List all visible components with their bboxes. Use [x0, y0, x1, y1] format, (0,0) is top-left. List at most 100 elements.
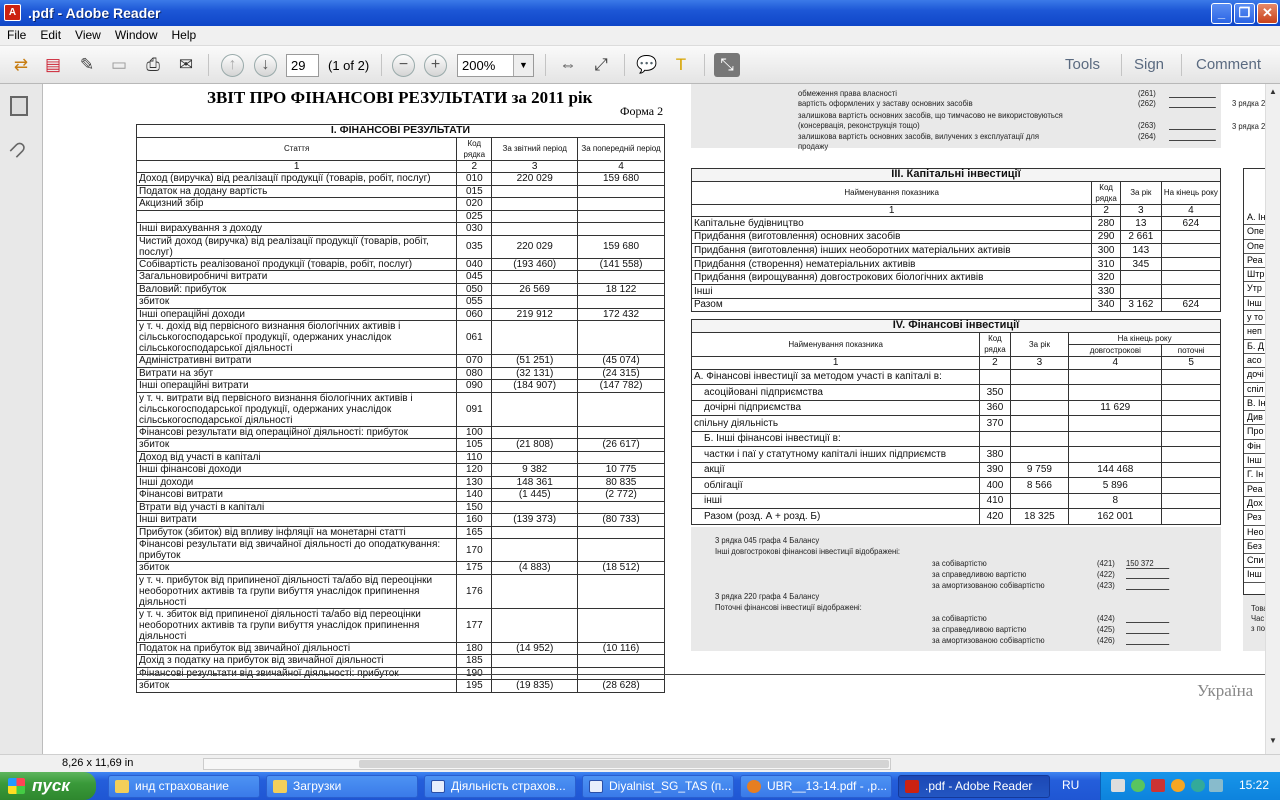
- note-text: 3 рядка 220 графа 4 Балансу: [715, 591, 820, 601]
- task-adobe-reader[interactable]: .pdf - Adobe Reader: [898, 775, 1050, 798]
- cell-code: 091: [456, 391, 493, 427]
- menu-file[interactable]: File: [0, 26, 33, 45]
- update-icon[interactable]: [1171, 779, 1185, 792]
- cell-previous: [577, 222, 665, 236]
- col-number: 2: [979, 356, 1011, 370]
- fit-width-icon[interactable]: ⇔: [555, 53, 581, 77]
- cut-off-cell: асо: [1244, 354, 1265, 369]
- task-word-doc[interactable]: Діяльність страхов...: [424, 775, 576, 798]
- sign-button[interactable]: Sign: [1134, 54, 1164, 76]
- fit-page-icon[interactable]: ⤢: [588, 53, 614, 77]
- menu-edit[interactable]: Edit: [33, 26, 68, 45]
- save-icon[interactable]: ▭: [106, 53, 132, 77]
- cut-off-cell: Опе: [1244, 225, 1265, 240]
- cell-code: 070: [456, 354, 493, 368]
- menu-view[interactable]: View: [68, 26, 108, 45]
- cell-long-term: 162 001: [1068, 508, 1163, 525]
- table-row: інші 410 8: [690, 492, 1221, 509]
- tray-app-icon[interactable]: [1131, 779, 1145, 792]
- note-code: (262): [1138, 98, 1156, 108]
- full-screen-icon[interactable]: ⤡: [714, 53, 740, 77]
- cell-current: [491, 391, 579, 427]
- horizontal-scrollbar[interactable]: [203, 758, 891, 770]
- cell-label: Адміністративні витрати: [135, 354, 458, 368]
- task-firefox[interactable]: UBR__13-14.pdf - ,р...: [740, 775, 892, 798]
- cell-code: 045: [456, 270, 493, 284]
- cut-off-cell: Реа: [1244, 483, 1265, 497]
- cell-code: 177: [456, 607, 493, 643]
- tray-app-icon[interactable]: [1191, 779, 1205, 792]
- language-indicator[interactable]: RU: [1062, 778, 1079, 792]
- table-row: Придбання (створення) нематеріальних акт…: [690, 256, 1222, 272]
- cell-previous: [577, 538, 665, 562]
- start-label: пуск: [32, 776, 70, 795]
- chevron-down-icon[interactable]: ▼: [513, 55, 533, 76]
- cell-label: Придбання (створення) нематеріальних акт…: [690, 256, 1093, 272]
- zoom-out-icon[interactable]: −: [392, 54, 415, 77]
- table-row: Фінансові результати від операційної дія…: [135, 425, 665, 439]
- cell-current: (4 883): [491, 561, 579, 575]
- table-number-row: 1234: [690, 203, 1222, 217]
- network-icon[interactable]: [1111, 779, 1125, 792]
- convert-pdf-icon[interactable]: ▤: [40, 53, 66, 77]
- sticky-note-icon[interactable]: 💬: [634, 53, 660, 77]
- antivirus-icon[interactable]: [1151, 779, 1165, 792]
- cell-year: [1009, 399, 1070, 416]
- task-word-doc-2[interactable]: Diyalnist_SG_TAS (п...: [582, 775, 734, 798]
- highlight-text-icon[interactable]: T: [668, 53, 694, 77]
- close-button[interactable]: ✕: [1257, 3, 1278, 24]
- note-value: 150 372: [1126, 558, 1170, 569]
- attachments-icon[interactable]: ⊃: [3, 133, 34, 164]
- maximize-button[interactable]: ❐: [1234, 3, 1255, 24]
- cell-label: облігації: [690, 477, 981, 494]
- cell-label: акції: [690, 461, 981, 478]
- cell-code: 040: [456, 257, 493, 271]
- task-folder-downloads[interactable]: Загрузки: [266, 775, 418, 798]
- menu-window[interactable]: Window: [108, 26, 165, 45]
- volume-icon[interactable]: [1209, 779, 1223, 792]
- toolbar-divider: [381, 54, 382, 76]
- footer-text: Україна: [1197, 681, 1254, 700]
- cell-previous: 18 122: [577, 282, 665, 296]
- cell-label: Інші фінансові доходи: [135, 463, 458, 477]
- document-view[interactable]: ЗВІТ ПРО ФІНАНСОВІ РЕЗУЛЬТАТИ за 2011 рі…: [43, 84, 1265, 754]
- scroll-up-icon[interactable]: ▲: [1267, 87, 1279, 101]
- col-number: 4: [1068, 356, 1163, 370]
- minimize-button[interactable]: _: [1211, 3, 1232, 24]
- cell-current: 148 361: [491, 475, 579, 489]
- cut-off-cell: у то: [1244, 311, 1265, 326]
- create-pdf-icon[interactable]: ⇄: [8, 53, 34, 77]
- cell-previous: (147 782): [577, 379, 665, 393]
- col-number: 1: [690, 203, 1093, 217]
- previous-page-icon[interactable]: ↑: [221, 54, 244, 77]
- cell-year: [1119, 270, 1162, 285]
- page-thumbnails-icon[interactable]: [10, 96, 28, 116]
- tools-button[interactable]: Tools: [1065, 54, 1100, 76]
- scroll-down-icon[interactable]: ▼: [1267, 736, 1279, 750]
- note-code: (424): [1097, 613, 1115, 623]
- cut-off-cell: дочі: [1244, 368, 1265, 383]
- cut-off-cell: Спи: [1244, 554, 1265, 569]
- table-row: Придбання (вирощування) довгострокових б…: [690, 270, 1222, 285]
- zoom-select[interactable]: 200% ▼: [457, 54, 534, 77]
- col-number: 3: [1119, 203, 1162, 217]
- page-number-input[interactable]: 29: [286, 54, 319, 77]
- table-row: асоційовані підприємства 350: [690, 384, 1221, 401]
- cell-year: [1009, 430, 1070, 447]
- vertical-scrollbar[interactable]: ▲ ▼: [1265, 84, 1280, 754]
- cell-previous: (45 074): [577, 354, 665, 368]
- cell-current: [491, 209, 579, 223]
- email-icon[interactable]: ✉: [173, 53, 199, 77]
- print-icon[interactable]: ⎙: [140, 53, 166, 77]
- zoom-in-icon[interactable]: +: [424, 54, 447, 77]
- next-page-icon[interactable]: ↓: [254, 54, 277, 77]
- menu-help[interactable]: Help: [165, 26, 204, 45]
- edit-pdf-icon[interactable]: ✎: [74, 53, 100, 77]
- cell-code: 160: [456, 513, 493, 527]
- scroll-thumb[interactable]: [359, 760, 889, 768]
- task-folder-insurance[interactable]: инд страхование: [108, 775, 260, 798]
- comment-button[interactable]: Comment: [1196, 54, 1261, 76]
- start-button[interactable]: пуск: [0, 772, 96, 800]
- cell-label: Дохід з податку на прибуток від звичайно…: [135, 654, 458, 668]
- table-row: Податок на прибуток від звичайної діяльн…: [135, 641, 665, 655]
